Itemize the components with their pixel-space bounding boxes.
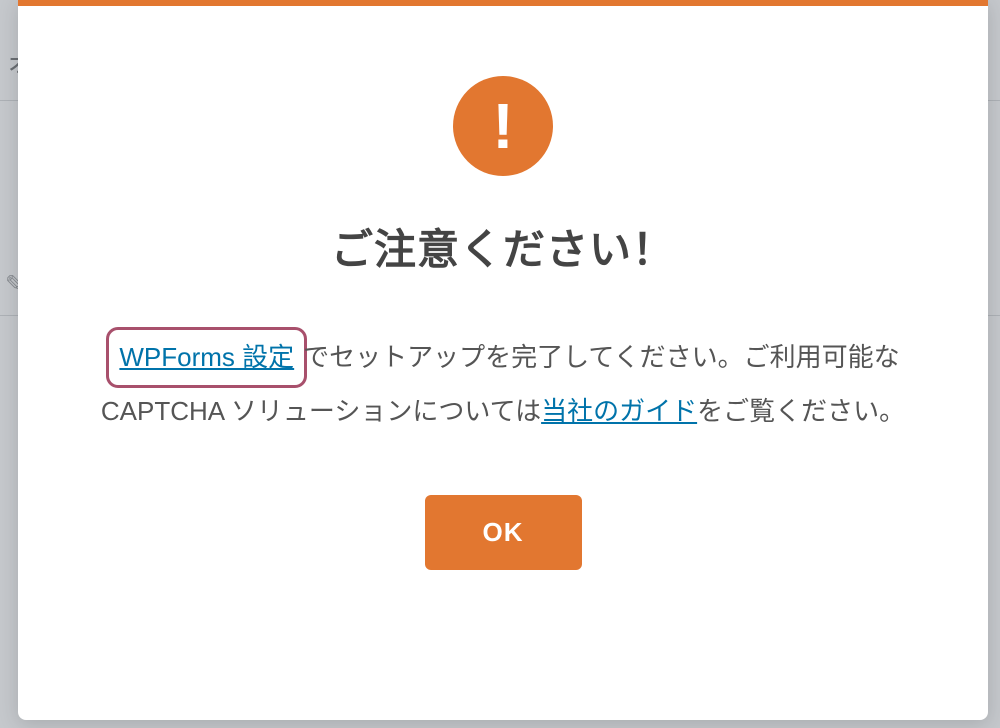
body-text-2: をご覧ください。 xyxy=(697,396,905,426)
guide-link[interactable]: 当社のガイド xyxy=(541,396,697,426)
exclamation-icon: ! xyxy=(492,94,513,158)
link-highlight-box: WPForms 設定 xyxy=(106,327,307,388)
ok-button[interactable]: OK xyxy=(425,495,582,570)
wpforms-settings-link[interactable]: WPForms 設定 xyxy=(119,342,294,372)
modal-title: ご注意ください！ xyxy=(331,216,675,277)
alert-icon: ! xyxy=(453,76,553,176)
modal-body-text: WPForms 設定でセットアップを完了してください。ご利用可能な CAPTCH… xyxy=(73,327,933,435)
alert-modal: ! ご注意ください！ WPForms 設定でセットアップを完了してください。ご利… xyxy=(18,0,988,720)
